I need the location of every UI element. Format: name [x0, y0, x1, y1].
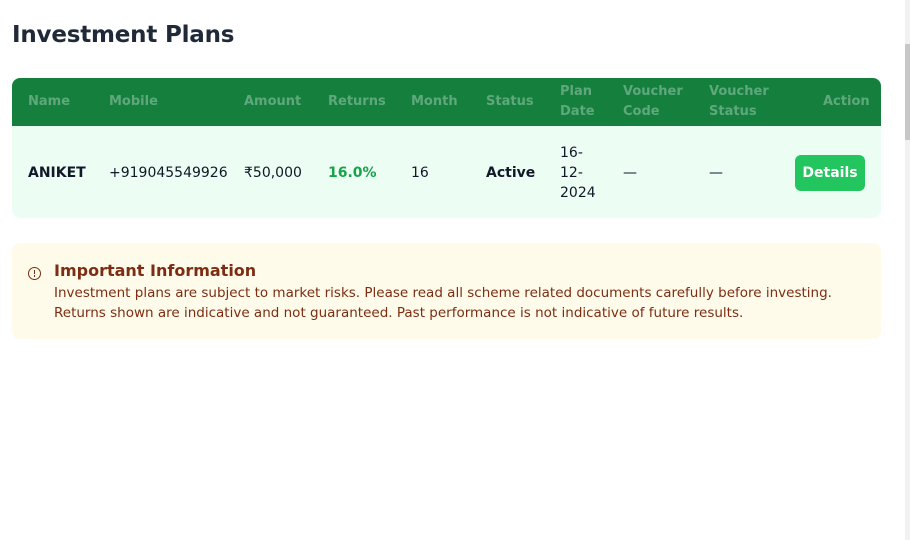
column-header-voucher-code-line2: Code — [623, 104, 660, 119]
column-header-amount: Amount — [244, 94, 302, 109]
column-header-month: Month — [411, 94, 458, 109]
cell-voucher-status: — — [709, 165, 723, 181]
column-header-action: Action — [823, 94, 870, 109]
cell-plan-date-line3: 2024 — [560, 185, 596, 201]
column-header-name: Name — [28, 94, 71, 109]
important-info-box: Important Information Investment plans a… — [12, 243, 881, 339]
cell-voucher-code: — — [623, 165, 637, 181]
page-title: Investment Plans — [12, 22, 235, 48]
table-row: ANIKET +919045549926 ₹50,000 16.0% 16 Ac… — [12, 126, 881, 218]
info-circle-icon — [28, 267, 41, 280]
column-header-status: Status — [486, 94, 534, 109]
cell-plan-date-line2: 12- — [560, 165, 583, 181]
column-header-returns: Returns — [328, 94, 386, 109]
column-header-voucher-code-line1: Voucher — [623, 84, 683, 99]
cell-name: ANIKET — [28, 165, 86, 181]
cell-plan-date-line1: 16- — [560, 145, 583, 161]
table-header: Name Mobile Amount Returns Month Status … — [12, 78, 881, 126]
cell-mobile: +919045549926 — [109, 165, 228, 181]
cell-returns: 16.0% — [328, 165, 377, 181]
info-title: Important Information — [54, 261, 257, 280]
cell-status: Active — [486, 165, 536, 181]
column-header-voucher-status-line1: Voucher — [709, 84, 769, 99]
details-button[interactable]: Details — [795, 155, 865, 191]
info-text: Investment plans are subject to market r… — [54, 285, 832, 321]
column-header-plan-date-line2: Date — [560, 104, 595, 119]
column-header-plan-date-line1: Plan — [560, 84, 593, 99]
column-header-voucher-status-line2: Status — [709, 104, 757, 119]
scrollbar-thumb[interactable] — [905, 44, 910, 140]
column-header-mobile: Mobile — [109, 94, 158, 109]
cell-amount: ₹50,000 — [244, 165, 302, 181]
investment-plans-table: Name Mobile Amount Returns Month Status … — [12, 78, 881, 218]
cell-month: 16 — [411, 165, 429, 181]
